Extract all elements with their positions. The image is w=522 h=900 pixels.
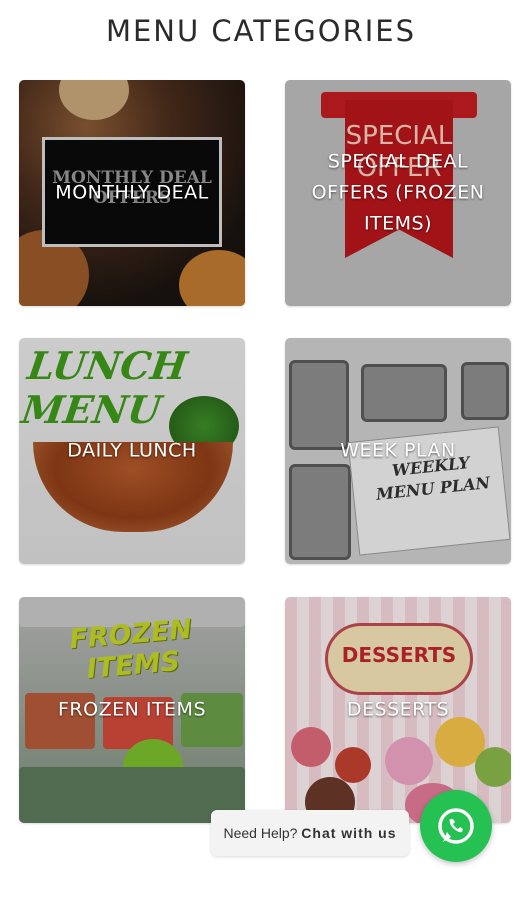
whatsapp-icon [438,808,474,844]
category-card-daily-lunch[interactable]: LUNCH MENU DAILY LUNCH [19,338,245,564]
whatsapp-chat-button[interactable] [420,790,492,862]
category-card-frozen-items[interactable]: FROZEN ITEMS FROZEN ITEMS [19,597,245,823]
need-help-text: Need Help? [223,825,298,841]
category-card-monthly-deal[interactable]: MONTHLY DEAL OFFERS MONTHLY DEAL [19,80,245,306]
category-card-special-deal-offers[interactable]: SPECIAL OFFER SPECIAL DEAL OFFERS (FROZE… [285,80,511,306]
category-label: MONTHLY DEAL [55,181,209,204]
category-label: SPECIAL DEAL OFFERS (FROZEN ITEMS) [311,150,485,235]
category-label: FROZEN ITEMS [57,698,207,721]
category-label: DAILY LUNCH [67,439,197,462]
page-title: MENU CATEGORIES [105,14,417,48]
category-label: WEEK PLAN [340,439,456,462]
chat-cta-text: Chat with us [301,825,397,841]
category-card-week-plan[interactable]: WEEKLY MENU PLAN WEEK PLAN [285,338,511,564]
category-label: DESSERTS [346,698,450,721]
category-card-desserts[interactable]: DESSERTS DESSERTS [285,597,511,823]
chat-help-pill[interactable]: Need Help? Chat with us [211,810,409,856]
